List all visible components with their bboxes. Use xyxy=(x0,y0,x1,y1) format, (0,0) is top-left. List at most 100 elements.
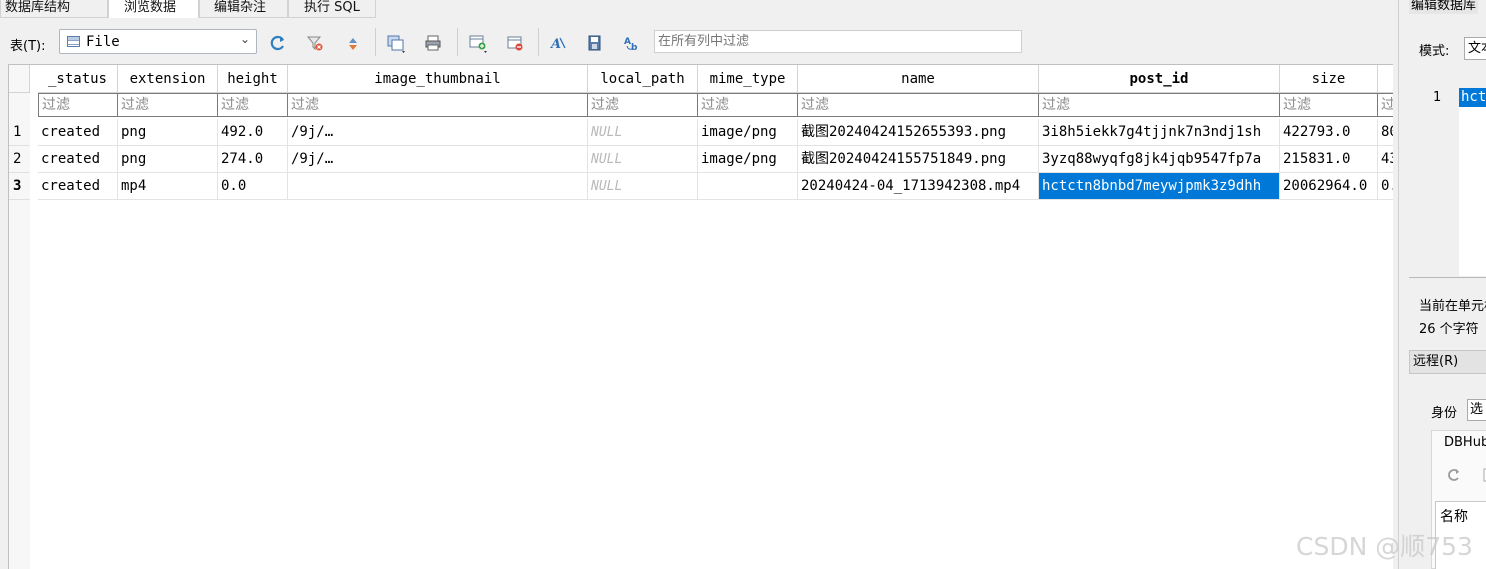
document-icon[interactable] xyxy=(1482,467,1486,487)
table-cell[interactable]: 43 xyxy=(1378,146,1393,173)
table-cell[interactable]: hctctn8bnbd7meywjpmk3z9dhh xyxy=(1039,173,1280,200)
font-icon[interactable]: A xyxy=(548,33,568,53)
char-count: 26 个字符 xyxy=(1419,322,1479,337)
column-filter-input[interactable]: 过滤 xyxy=(218,93,288,117)
table-cell[interactable]: 20062964.0 xyxy=(1280,173,1378,200)
panel-title: 编辑数据库 xyxy=(1409,0,1479,14)
table-cell[interactable]: NULL xyxy=(588,173,698,200)
corner-header[interactable] xyxy=(9,65,30,93)
column-filter-input[interactable]: 过滤 xyxy=(588,93,698,117)
table-cell[interactable]: 0.0 xyxy=(218,173,288,200)
column-filter-input[interactable]: 过滤 xyxy=(1378,93,1393,117)
row-header[interactable]: 2 xyxy=(9,146,30,173)
row-number: 3 xyxy=(13,178,22,194)
column-header[interactable]: size xyxy=(1280,65,1378,93)
table-icon xyxy=(67,36,80,47)
table-cell[interactable]: 274.0 xyxy=(218,146,288,173)
filter-placeholder: 过滤 xyxy=(42,97,70,113)
set-encoding-icon[interactable]: Ab xyxy=(622,33,642,53)
table-cell[interactable]: created xyxy=(38,173,118,200)
table-cell[interactable]: 80 xyxy=(1378,119,1393,146)
table-cell[interactable]: png xyxy=(118,146,218,173)
tab-database-structure[interactable]: 数据库结构 xyxy=(0,0,108,18)
column-header-label: extension xyxy=(129,71,206,87)
cell-value: png xyxy=(121,151,147,167)
table-cell[interactable]: NULL xyxy=(588,119,698,146)
svg-text:A: A xyxy=(549,37,561,52)
identity-select[interactable]: 选 xyxy=(1467,399,1486,421)
delete-record-icon[interactable] xyxy=(505,33,525,53)
column-header[interactable]: image_thumbnail xyxy=(288,65,588,93)
table-cell[interactable]: 215831.0 xyxy=(1280,146,1378,173)
table-cell[interactable] xyxy=(288,173,588,200)
mode-select[interactable]: 文本 xyxy=(1464,37,1486,60)
sort-icon[interactable] xyxy=(343,33,363,53)
column-header[interactable]: mime_type xyxy=(698,65,798,93)
column-filter-input[interactable]: 过滤 xyxy=(1280,93,1378,117)
editor-text-area[interactable]: hctctn8bnbd7meywjpmk3z9dhh xyxy=(1459,88,1486,276)
column-header[interactable]: w xyxy=(1378,65,1393,93)
table-cell[interactable]: 0. xyxy=(1378,173,1393,200)
table-cell[interactable]: png xyxy=(118,119,218,146)
remote-panel-header[interactable]: 远程(R) xyxy=(1409,350,1486,374)
refresh-icon[interactable] xyxy=(268,33,288,53)
cell-value: NULL xyxy=(591,179,623,194)
cell-value: /9j/… xyxy=(291,151,334,167)
column-header[interactable]: local_path xyxy=(588,65,698,93)
cell-value: image/png xyxy=(701,151,777,167)
clear-filters-icon[interactable] xyxy=(305,33,325,53)
column-header[interactable]: post_id xyxy=(1039,65,1280,93)
refresh-icon[interactable] xyxy=(1446,467,1462,487)
column-filter-input[interactable]: 过滤 xyxy=(1039,93,1280,117)
table-cell[interactable]: created xyxy=(38,146,118,173)
table-cell[interactable]: 3yzq88wyqfg8jk4jqb9547fp7a xyxy=(1039,146,1280,173)
print-icon[interactable] xyxy=(423,33,443,53)
table-cell[interactable]: 截图20240424155751849.png xyxy=(798,146,1039,173)
list-column-header: 名称 xyxy=(1440,509,1468,525)
cell-value: created xyxy=(41,178,101,194)
table-cell[interactable]: NULL xyxy=(588,146,698,173)
cell-value: 422793.0 xyxy=(1283,124,1351,140)
column-header[interactable]: height xyxy=(218,65,288,93)
column-header[interactable]: extension xyxy=(118,65,218,93)
cell-value: 215831.0 xyxy=(1283,151,1351,167)
column-filter-input[interactable]: 过滤 xyxy=(798,93,1039,117)
new-record-icon[interactable] xyxy=(468,33,488,53)
table-cell[interactable]: mp4 xyxy=(118,173,218,200)
column-filter-input[interactable]: 过滤 xyxy=(118,93,218,117)
table-cell[interactable]: /9j/… xyxy=(288,119,588,146)
column-filter-input[interactable]: 过滤 xyxy=(288,93,588,117)
table-cell[interactable]: 截图20240424152655393.png xyxy=(798,119,1039,146)
column-header[interactable]: name xyxy=(798,65,1039,93)
filter-all-columns-input[interactable] xyxy=(654,30,1022,53)
save-filter-icon[interactable] xyxy=(585,33,605,53)
table-cell[interactable]: 20240424-04_1713942308.mp4 xyxy=(798,173,1039,200)
table-label: 表(T): xyxy=(10,39,46,54)
filter-placeholder: 过滤 xyxy=(121,97,149,113)
table-cell[interactable]: created xyxy=(38,119,118,146)
cell-value: image/png xyxy=(701,124,777,140)
filter-placeholder: 过滤 xyxy=(221,97,249,113)
filter-placeholder: 过滤 xyxy=(1283,97,1311,113)
table-cell[interactable] xyxy=(698,173,798,200)
table-select[interactable]: File ⌄ xyxy=(59,29,257,54)
table-cell[interactable]: 492.0 xyxy=(218,119,288,146)
current-cell-info: 当前在单元格 xyxy=(1419,299,1486,314)
column-header[interactable]: _status xyxy=(38,65,118,93)
table-cell[interactable]: image/png xyxy=(698,146,798,173)
column-filter-input[interactable]: 过滤 xyxy=(698,93,798,117)
row-header[interactable]: 1 xyxy=(9,119,30,146)
svg-text:A: A xyxy=(624,37,631,47)
tab-edit-pragmas[interactable]: 编辑杂注 xyxy=(199,0,288,18)
tab-execute-sql[interactable]: 执行 SQL xyxy=(288,0,376,18)
table-cell[interactable]: 3i8h5iekk7g4tjjnk7n3ndj1sh xyxy=(1039,119,1280,146)
copy-icon[interactable] xyxy=(386,33,406,53)
table-cell[interactable]: 422793.0 xyxy=(1280,119,1378,146)
table-cell[interactable]: image/png xyxy=(698,119,798,146)
tab-browse-data[interactable]: 浏览数据 xyxy=(108,0,199,19)
column-header-label: name xyxy=(901,71,935,87)
row-header[interactable]: 3 xyxy=(9,173,30,200)
column-filter-input[interactable]: 过滤 xyxy=(38,93,118,117)
cell-value: NULL xyxy=(591,152,623,167)
table-cell[interactable]: /9j/… xyxy=(288,146,588,173)
